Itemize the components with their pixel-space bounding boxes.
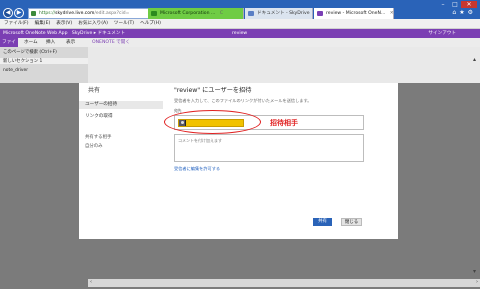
menu-tools[interactable]: ツール(T) — [114, 19, 134, 28]
ribbon: ファイル ホーム 挿入 表示 ONENOTE で開く — [0, 38, 480, 56]
ribbon-tab-home[interactable]: ホーム — [24, 38, 38, 47]
horizontal-scrollbar[interactable]: ‹ › — [88, 279, 480, 287]
address-host: skydrive.live.com — [55, 11, 95, 16]
page-canvas — [88, 47, 480, 83]
dialog-heading: "review" にユーザーを招待 — [174, 87, 252, 94]
allow-edit-link[interactable]: 受信者に編集を許可する — [174, 166, 220, 172]
tab-review-onenote[interactable]: review - Microsoft OneN... ✕ — [314, 8, 394, 19]
back-button[interactable]: ◀ — [3, 8, 13, 18]
menu-file[interactable]: ファイル(F) — [4, 19, 29, 28]
notebook-nav-pane: このページで検索 (Ctrl+F) 新しいセクション 1 note_driver — [0, 47, 88, 83]
scroll-down-icon[interactable]: ▾ — [473, 268, 476, 275]
sign-out-link[interactable]: サインアウト — [428, 29, 456, 38]
app-name: Microsoft OneNote Web App SkyDrive ▸ ドキュ… — [3, 31, 126, 36]
share-dialog-title: 共有 — [88, 87, 101, 94]
section-item[interactable]: 新しいセクション 1 — [0, 58, 88, 64]
scroll-right-icon[interactable]: › — [476, 279, 478, 285]
menu-bar: ファイル(F) 編集(E) 表示(V) お気に入り(A) ツール(T) ヘルプ(… — [0, 19, 480, 29]
dialog-description: 受信者を入力して、このファイルのリンクが付いたメールを送信します。 — [174, 98, 312, 103]
page-search-box[interactable]: このページで検索 (Ctrl+F) — [3, 49, 57, 55]
forward-button[interactable]: ▶ — [14, 8, 24, 18]
close-window-button[interactable]: ✕ — [461, 1, 477, 8]
message-placeholder: コメントを付け加えます — [178, 138, 222, 143]
ribbon-tab-view[interactable]: 表示 — [66, 38, 75, 47]
tab-skydrive-documents[interactable]: ドキュメント - SkyDrive — [245, 8, 313, 19]
invitee-annotation: 招待相手 — [270, 119, 298, 127]
document-title: review — [232, 31, 248, 36]
menu-edit[interactable]: 編集(E) — [35, 19, 51, 28]
home-star-gear-icons[interactable]: ⌂★⚙ — [452, 9, 476, 16]
address-scheme: https:// — [39, 11, 56, 16]
address-bar[interactable]: https://skydrive.live.com/edit.aspx?cid= — [28, 8, 153, 19]
message-textarea[interactable]: コメントを付け加えます — [174, 134, 364, 162]
scroll-left-icon[interactable]: ‹ — [90, 279, 92, 285]
nav-get-link[interactable]: リンクの取得 — [85, 113, 113, 119]
site-favicon-icon — [151, 11, 157, 16]
shared-with-label: 共有する相手 — [85, 135, 112, 140]
close-button[interactable]: 閉じる — [341, 218, 362, 226]
app-header: Microsoft OneNote Web App SkyDrive ▸ ドキュ… — [0, 29, 480, 38]
shared-with-value: 自分のみ — [85, 144, 103, 149]
page-item[interactable]: note_driver — [3, 68, 28, 73]
share-dialog-sidebar: 共有 ユーザーの招待 リンクの取得 共有する相手 自分のみ — [79, 83, 163, 239]
ribbon-tab-insert[interactable]: 挿入 — [46, 38, 55, 47]
menu-help[interactable]: ヘルプ(H) — [140, 19, 161, 28]
tab-label: Microsoft Corporation ... — [160, 11, 216, 16]
lock-icon — [31, 11, 36, 16]
address-path: /edit.aspx?cid= — [94, 11, 130, 16]
menu-view[interactable]: 表示(V) — [56, 19, 72, 28]
minimize-button[interactable]: – — [437, 1, 449, 8]
share-dialog: "review" にユーザーを招待 受信者を入力して、このファイルのリンクが付い… — [163, 83, 398, 239]
open-in-onenote-button[interactable]: ONENOTE で開く — [92, 38, 130, 47]
nav-invite-people[interactable]: ユーザーの招待 — [79, 101, 163, 109]
tab-label: ドキュメント - SkyDrive — [257, 11, 310, 16]
tab-label: review - Microsoft OneN... — [326, 11, 386, 16]
skydrive-icon — [248, 11, 254, 16]
onenote-icon — [317, 11, 323, 16]
tab-close-icon[interactable]: ✕ — [390, 11, 393, 16]
share-button[interactable]: 共有 — [313, 218, 332, 226]
tab-close-icon[interactable]: C — [220, 11, 223, 16]
highlight-circle — [164, 110, 261, 134]
tab-microsoft-corporation[interactable]: Microsoft Corporation ... C — [148, 8, 244, 19]
menu-favorites[interactable]: お気に入り(A) — [78, 19, 108, 28]
window-controls: – □ ✕ — [437, 1, 477, 8]
maximize-button[interactable]: □ — [449, 1, 461, 8]
scroll-up-icon[interactable]: ▴ — [473, 56, 476, 63]
